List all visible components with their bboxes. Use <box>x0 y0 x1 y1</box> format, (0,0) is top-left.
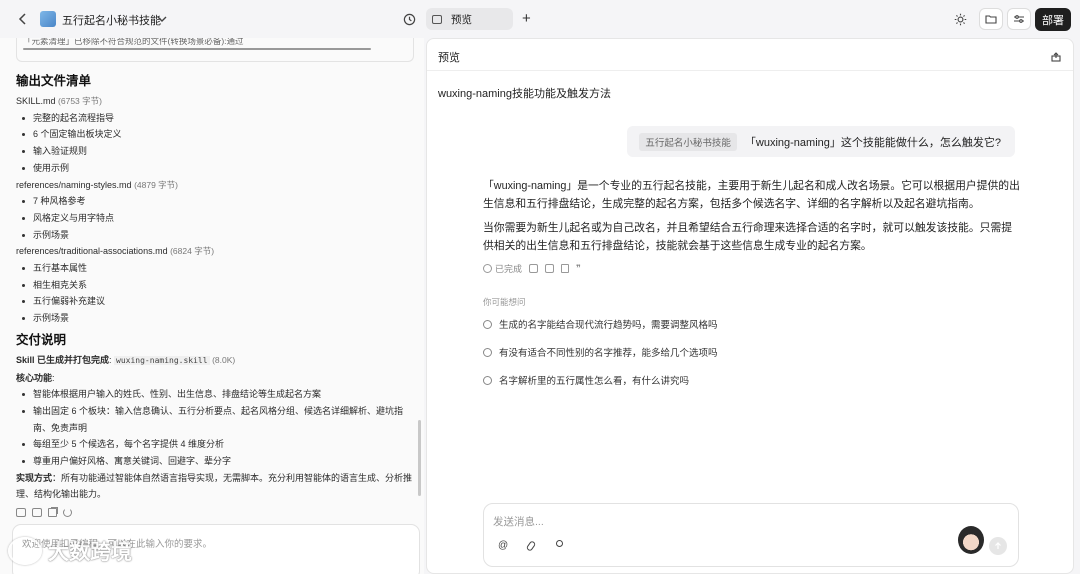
thumbs-down-icon[interactable] <box>545 264 555 273</box>
preview-header-title: 预览 <box>438 52 460 64</box>
message-content: 输出文件清单 SKILL.md (6753 字节) 完整的起名流程指导 6 个固… <box>16 68 420 518</box>
watermark-logo: 大数跨境 <box>8 536 132 566</box>
suggestion-item[interactable]: 有没有适合不同性别的名字推荐，能多给几个选项吗 <box>483 345 718 359</box>
list-item: 完整的起名流程指导 <box>16 110 420 127</box>
skill-filename: wuxing-naming.skill <box>114 355 210 365</box>
chat-bubble-icon <box>483 375 492 385</box>
watermark-swirl-icon <box>8 537 42 565</box>
message-actions <box>16 508 420 518</box>
thumbs-up-icon[interactable] <box>16 508 26 518</box>
copy-icon[interactable] <box>48 508 57 518</box>
file-items-list: 完整的起名流程指导 6 个固定输出板块定义 输入验证规则 使用示例 <box>16 110 420 177</box>
watermark-text: 大数跨境 <box>48 541 132 564</box>
file-name-traditional-associations: references/traditional-associations.md (… <box>16 246 215 257</box>
list-item: 示例场景 <box>16 310 420 327</box>
core-features-list: 智能体根据用户输入的姓氏、性别、出生信息、排盘结论等生成起名方案 输出固定 6 … <box>16 386 420 470</box>
list-item: 五行基本属性 <box>16 260 420 277</box>
chat-scrollbar[interactable] <box>418 420 421 496</box>
collapsed-message-box: 「元素清理」已移除不符合规范的文件(转换场景必备):通过 <box>16 38 414 62</box>
folder-icon[interactable] <box>979 8 1003 30</box>
chat-bubble-icon <box>483 347 492 357</box>
file-name-skill-md: SKILL.md (6753 字节) <box>16 96 102 106</box>
header-divider <box>427 70 1073 71</box>
section-title-output-files: 输出文件清单 <box>16 74 92 88</box>
suggestions-label: 你可能想问 <box>483 297 526 307</box>
preview-panel: 预览 wuxing-naming技能功能及触发方法 五行起名小秘书技能 「wux… <box>426 38 1074 574</box>
check-circle-icon <box>483 264 492 273</box>
skill-status-line: Skill 已生成并打包完成: wuxing-naming.skill (8.0… <box>16 354 236 365</box>
core-features-label: 核心功能: <box>16 372 55 383</box>
list-item: 尊重用户偏好风格、寓意关键词、回避字、辈分字 <box>16 453 420 470</box>
top-bar: 五行起名小秘书技能 预览 + 部署 <box>0 0 1080 38</box>
list-item: 输出固定 6 个板块：输入信息确认、五行分析要点、起名风格分组、候选名详细解析、… <box>16 403 420 436</box>
history-icon[interactable] <box>401 11 417 27</box>
refresh-icon[interactable] <box>63 508 72 518</box>
conversation-title: wuxing-naming技能功能及触发方法 <box>438 88 611 100</box>
share-icon[interactable] <box>1051 49 1061 62</box>
answer-paragraph-1: 「wuxing-naming」是一个专业的五行起名技能，主要用于新生儿起名和成人… <box>483 180 1020 210</box>
quote-icon[interactable]: ❞ <box>576 263 581 274</box>
thumbs-down-icon[interactable] <box>32 508 42 518</box>
skill-chip[interactable]: 五行起名小秘书技能 <box>639 132 737 151</box>
tab-preview[interactable]: 预览 <box>426 8 513 30</box>
answer-paragraph-2: 当你需要为新生儿起名或为自己改名，并且希望结合五行命理来选择合适的名字时，就可以… <box>483 222 1013 252</box>
list-item: 每组至少 5 个候选名，每个名字提供 4 维度分析 <box>16 436 420 453</box>
back-icon[interactable] <box>16 11 30 27</box>
file-items-list: 7 种风格参考 风格定义与用字特点 示例场景 <box>16 193 420 243</box>
thumbs-up-icon[interactable] <box>529 264 539 273</box>
suggestion-item[interactable]: 名字解析里的五行属性怎么看，有什么讲究吗 <box>483 373 689 387</box>
user-question-bubble: 五行起名小秘书技能 「wuxing-naming」这个技能能做什么，怎么触发它? <box>627 126 1015 157</box>
file-name-naming-styles: references/naming-styles.md (4879 字节) <box>16 179 178 190</box>
file-items-list: 五行基本属性 相生相克关系 五行偏弱补充建议 示例场景 <box>16 260 420 327</box>
chevron-down-icon[interactable] <box>156 13 168 25</box>
list-item: 智能体根据用户输入的姓氏、性别、出生信息、排盘结论等生成起名方案 <box>16 386 420 403</box>
question-text: 「wuxing-naming」这个技能能做什么，怎么触发它? <box>744 136 1001 149</box>
tab-preview-label: 预览 <box>451 13 472 26</box>
list-item: 示例场景 <box>16 227 420 244</box>
sun-icon[interactable] <box>952 11 968 27</box>
window-icon <box>432 14 442 24</box>
copy-icon[interactable] <box>561 264 570 273</box>
chat-bubble-icon <box>483 319 492 329</box>
list-item: 相生相克关系 <box>16 277 420 294</box>
deploy-button[interactable]: 部署 <box>1035 8 1071 31</box>
avatar[interactable] <box>958 526 984 554</box>
partial-line-text: 「元素清理」已移除不符合规范的文件(转换场景必备):通过 <box>23 38 244 46</box>
implementation-paragraph: 实现方式：所有功能通过智能体自然语言指导实现，无需脚本。充分利用智能体的语言生成… <box>16 472 413 500</box>
list-item: 输入验证规则 <box>16 143 420 160</box>
list-item: 使用示例 <box>16 160 420 177</box>
inner-scrollbar[interactable] <box>23 48 371 50</box>
suggestion-item[interactable]: 生成的名字能结合现代流行趋势吗，需要调整风格吗 <box>483 317 718 331</box>
message-input-placeholder: 发送消息... <box>493 516 544 528</box>
send-button[interactable] <box>989 537 1007 555</box>
settings-sliders-icon[interactable] <box>1007 8 1031 30</box>
lightbulb-icon[interactable] <box>556 540 563 547</box>
app-window: 五行起名小秘书技能 预览 + 部署 「元素清理」已移除不符合规范的文件(转换场景… <box>0 0 1080 574</box>
list-item: 7 种风格参考 <box>16 193 420 210</box>
answer-actions: 已完成 ❞ <box>483 262 581 275</box>
app-logo-icon <box>40 11 56 27</box>
attachment-icon[interactable] <box>525 540 537 552</box>
section-title-delivery: 交付说明 <box>16 332 67 347</box>
add-tab-button[interactable]: + <box>522 10 531 27</box>
list-item: 6 个固定输出板块定义 <box>16 126 420 143</box>
chat-panel: 「元素清理」已移除不符合规范的文件(转换场景必备):通过 输出文件清单 SKIL… <box>0 38 424 574</box>
list-item: 风格定义与用字特点 <box>16 210 420 227</box>
message-input-box[interactable]: 发送消息... @ <box>483 503 1019 567</box>
list-item: 五行偏弱补充建议 <box>16 293 420 310</box>
status-completed: 已完成 <box>495 264 523 274</box>
project-title[interactable]: 五行起名小秘书技能 <box>62 12 161 28</box>
at-mention-icon[interactable]: @ <box>498 540 508 551</box>
